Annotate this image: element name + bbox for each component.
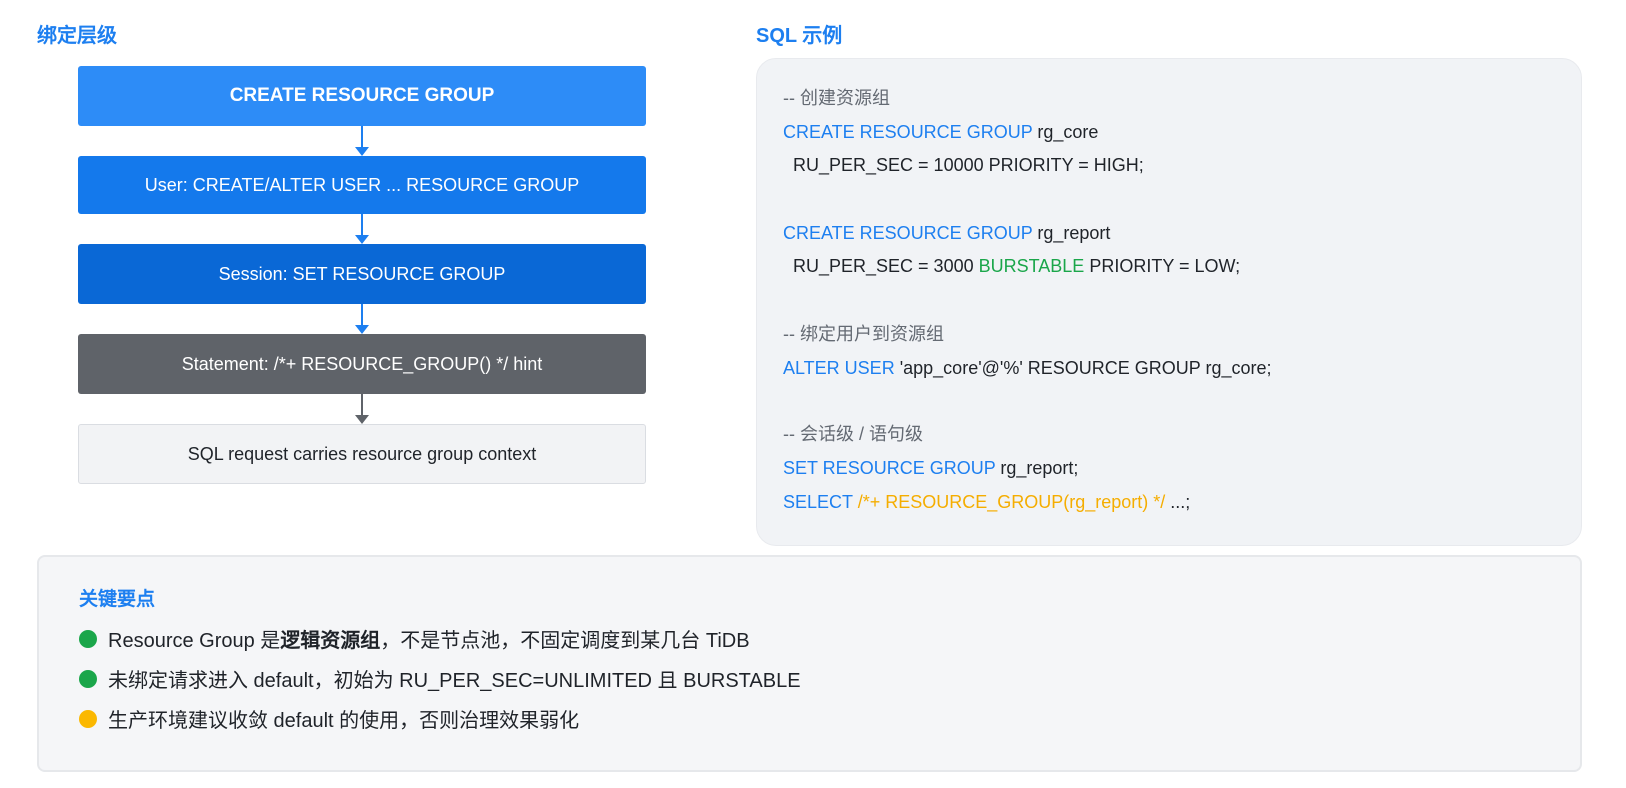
key-point-text: Resource Group 是 (108, 630, 281, 652)
flow-step-user-binding: User: CREATE/ALTER USER ... RESOURCE GRO… (78, 156, 646, 214)
flow-arrow-1 (352, 126, 372, 156)
code-text: PRIORITY = LOW; (1084, 256, 1241, 276)
code-keyword: ALTER USER (783, 358, 895, 378)
code-text: rg_report (1032, 223, 1111, 243)
code-text: RU_PER_SEC = 3000 (783, 256, 979, 276)
bullet-green-icon (79, 629, 97, 648)
code-line-report-options: RU_PER_SEC = 3000 BURSTABLE PRIORITY = L… (783, 254, 1240, 278)
code-hint: /*+ RESOURCE_GROUP(rg_report) */ (852, 492, 1166, 512)
code-keyword: CREATE RESOURCE GROUP (783, 223, 1033, 243)
key-point-item: 未绑定请求进入 default，初始为 RU_PER_SEC=UNLIMITED… (79, 664, 801, 693)
code-line-set-resource-group: SET RESOURCE GROUP rg_report; (783, 456, 1078, 480)
code-keyword: SELECT (783, 492, 853, 512)
code-burstable: BURSTABLE (978, 256, 1085, 276)
key-points-panel: 关键要点 Resource Group 是逻辑资源组 ，不是节点池，不固定调度到某… (37, 555, 1582, 772)
code-keyword: CREATE RESOURCE GROUP (783, 122, 1033, 142)
key-point-item: Resource Group 是逻辑资源组 ，不是节点池，不固定调度到某几台 Ti… (79, 624, 750, 653)
code-line-create-report: CREATE RESOURCE GROUP rg_report (783, 221, 1110, 245)
code-text: rg_core (1032, 122, 1099, 142)
key-points-title: 关键要点 (79, 589, 156, 610)
flow-arrow-3 (352, 304, 372, 334)
code-comment-create: -- 创建资源组 (783, 88, 890, 108)
flow-arrow-4 (352, 394, 372, 424)
binding-levels-title: 绑定层级 (37, 25, 117, 47)
key-point-text: 生产环境建议收敛 default 的使用，否则治理效果弱化 (108, 710, 580, 732)
flow-arrow-2 (352, 214, 372, 244)
code-keyword: SET RESOURCE GROUP (783, 458, 996, 478)
bullet-green-icon (79, 669, 97, 688)
sql-example-title: SQL 示例 (756, 25, 843, 47)
code-comment-bind-user: -- 绑定用户到资源组 (783, 324, 944, 344)
code-text: 'app_core'@'%' RESOURCE GROUP rg_core; (894, 358, 1272, 378)
sql-code-panel: -- 创建资源组 CREATE RESOURCE GROUP rg_core R… (756, 58, 1582, 546)
code-line-core-options: RU_PER_SEC = 10000 PRIORITY = HIGH; (783, 155, 1144, 175)
flow-step-statement-hint: Statement: /*+ RESOURCE_GROUP() */ hint (78, 334, 646, 394)
code-line-select-hint: SELECT /*+ RESOURCE_GROUP(rg_report) */ … (783, 490, 1190, 514)
key-point-text: ，不是节点池，不固定调度到某几台 TiDB (380, 630, 750, 652)
code-line-create-core: CREATE RESOURCE GROUP rg_core (783, 120, 1098, 144)
flow-step-create-resource-group: CREATE RESOURCE GROUP (78, 66, 646, 126)
code-comment-session-statement: -- 会话级 / 语句级 (783, 424, 923, 444)
code-text: ...; (1165, 492, 1191, 512)
code-line-alter-user: ALTER USER 'app_core'@'%' RESOURCE GROUP… (783, 356, 1272, 380)
bullet-yellow-icon (79, 709, 97, 728)
flow-step-session-binding: Session: SET RESOURCE GROUP (78, 244, 646, 304)
key-point-emphasis: 逻辑资源组 (280, 630, 381, 652)
key-point-item: 生产环境建议收敛 default 的使用，否则治理效果弱化 (79, 704, 579, 733)
flow-step-sql-request-context: SQL request carries resource group conte… (78, 424, 646, 484)
code-text: rg_report; (995, 458, 1079, 478)
key-point-text: 未绑定请求进入 default，初始为 RU_PER_SEC=UNLIMITED… (108, 670, 801, 692)
